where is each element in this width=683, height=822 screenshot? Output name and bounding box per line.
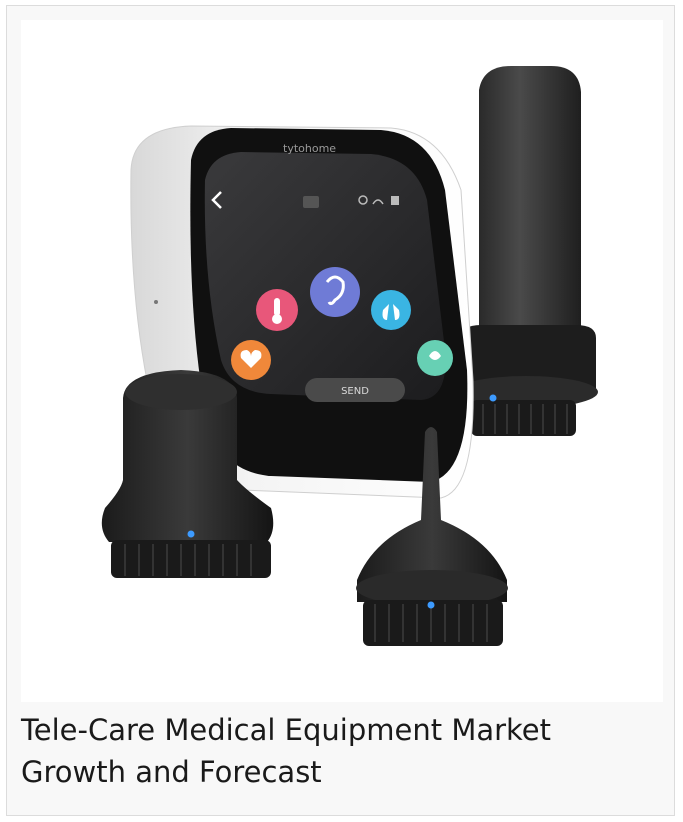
charging-stand bbox=[454, 66, 598, 436]
lungs-icon bbox=[371, 290, 411, 330]
image-card: tytohome SEND Tele-Care Medical Equipmen… bbox=[6, 5, 675, 816]
product-image: tytohome SEND bbox=[21, 20, 663, 702]
send-button-label: SEND bbox=[341, 386, 369, 397]
ear-icon bbox=[310, 267, 360, 317]
brand-label: tytohome bbox=[283, 142, 336, 155]
image-caption: Tele-Care Medical Equipment Market Growt… bbox=[21, 713, 552, 789]
